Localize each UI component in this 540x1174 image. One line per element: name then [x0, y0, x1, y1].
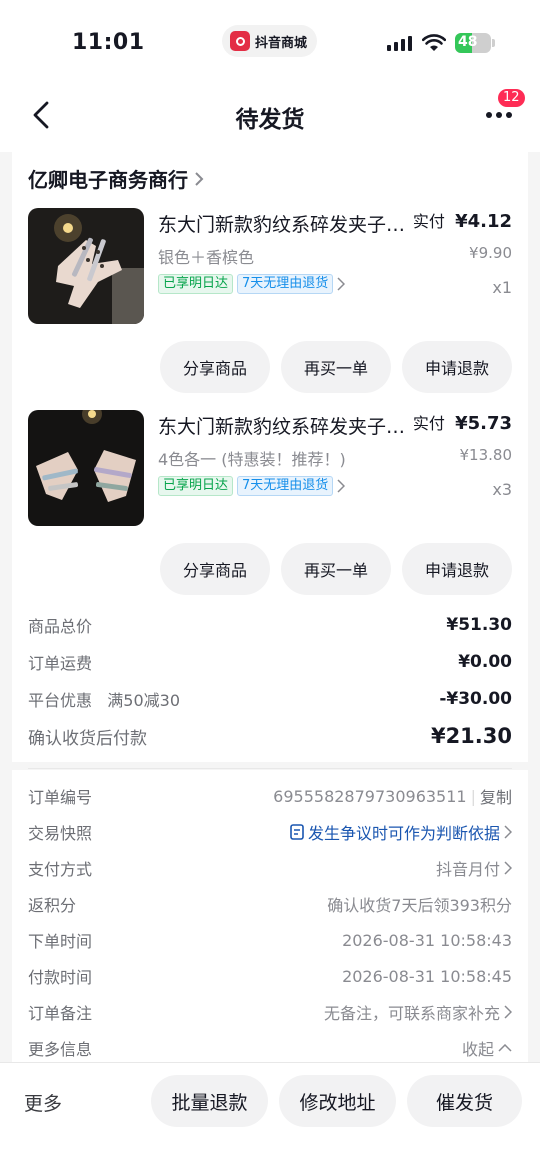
- tag-7day-return: 7天无理由退货: [237, 274, 334, 294]
- app-indicator[interactable]: 抖音商城: [222, 25, 318, 57]
- pay-time-row: 付款时间 2026-08-31 10:58:45: [28, 966, 512, 988]
- quantity: x3: [492, 480, 512, 499]
- more-dots-icon: [486, 112, 512, 118]
- shop-link[interactable]: 亿卿电子商务商行: [28, 164, 204, 193]
- copy-button[interactable]: 复制: [480, 784, 512, 808]
- tag-next-day: 已享明日达: [158, 476, 234, 496]
- status-time: 11:01: [72, 30, 145, 55]
- battery-icon: 48: [455, 33, 491, 53]
- paid-price: 实付 ¥4.12: [412, 211, 512, 232]
- product-image[interactable]: [28, 410, 144, 526]
- tag-next-day: 已享明日达: [158, 274, 234, 294]
- wifi-icon: [422, 34, 446, 51]
- order-time: 2026-08-31 10:58:43: [342, 930, 512, 950]
- bottom-action-bar: 更多 批量退款 修改地址 催发货: [0, 1062, 540, 1174]
- shipping-value: ¥0.00: [458, 652, 512, 672]
- more-info-row[interactable]: 更多信息 收起: [28, 1034, 512, 1062]
- page-title: 待发货: [235, 107, 305, 133]
- buy-again-button[interactable]: 再买一单: [281, 341, 391, 393]
- pay-time: 2026-08-31 10:58:45: [342, 966, 512, 986]
- discount-note: 满50减30: [107, 691, 181, 710]
- douyin-mall-logo-icon: [230, 31, 250, 51]
- order-info-card: 订单编号 6955582879730963511 | 复制 交易快照 发生争议时可作…: [12, 768, 528, 1062]
- discount-value: -¥30.00: [439, 689, 512, 709]
- order-remark-row[interactable]: 订单备注 无备注，可联系商家补充: [28, 998, 512, 1026]
- order-card: 亿卿电子商务商行 东大门新款豹纹系碎发夹子女网红发夹 银色＋香槟色 已享明日达 …: [12, 152, 528, 762]
- buy-again-button[interactable]: 再买一单: [281, 543, 391, 595]
- more-actions-button[interactable]: 更多: [24, 1089, 62, 1116]
- pay-value: ¥21.30: [430, 724, 512, 748]
- chevron-right-icon: [504, 861, 512, 875]
- tag-7day-return: 7天无理由退货: [237, 476, 334, 496]
- payment-method-row[interactable]: 支付方式 抖音月付: [28, 854, 512, 882]
- urge-shipping-button[interactable]: 催发货: [407, 1075, 522, 1127]
- shop-name: 亿卿电子商务商行: [28, 168, 188, 192]
- product-spec: 4色各一 (特惠装！推荐！): [158, 450, 346, 469]
- original-price: ¥13.80: [459, 446, 513, 464]
- cellular-signal-icon: [387, 35, 413, 51]
- goods-total-row: 商品总价 ¥51.30: [28, 615, 512, 636]
- points-row: 返积分 确认收货7天后领393积分: [28, 890, 512, 918]
- product-title: 东大门新款豹纹系碎发夹子女网红发夹: [158, 214, 406, 236]
- chevron-up-icon: [498, 1044, 512, 1052]
- snapshot-document-icon: [290, 824, 304, 840]
- original-price: ¥9.90: [469, 244, 512, 262]
- trade-snapshot-row[interactable]: 交易快照 发生争议时可作为判断依据: [28, 818, 512, 846]
- chevron-right-icon: [504, 825, 512, 839]
- chevron-right-icon: [337, 277, 346, 291]
- service-tags[interactable]: 已享明日达 7天无理由退货: [158, 274, 346, 294]
- order-number: 6955582879730963511: [273, 786, 467, 806]
- order-remark: 无备注，可联系商家补充: [323, 1004, 500, 1023]
- goods-total-value: ¥51.30: [446, 615, 512, 635]
- batch-refund-button[interactable]: 批量退款: [151, 1075, 268, 1127]
- chevron-right-icon: [337, 479, 346, 493]
- snapshot-link: 发生争议时可作为判断依据: [307, 824, 500, 843]
- shipping-row: 订单运费 ¥0.00: [28, 652, 512, 673]
- quantity: x1: [492, 278, 512, 297]
- chevron-right-icon: [195, 171, 204, 186]
- nav-bar: 待发货: [0, 86, 540, 152]
- service-tags[interactable]: 已享明日达 7天无理由退货: [158, 476, 346, 496]
- points-value: 确认收货7天后领393积分: [327, 896, 512, 915]
- collapse-toggle[interactable]: 收起: [462, 1036, 494, 1060]
- request-refund-button[interactable]: 申请退款: [402, 341, 512, 393]
- pay-after-receipt-row: 确认收货后付款 ¥21.30: [28, 724, 512, 749]
- product-image[interactable]: [28, 208, 144, 324]
- change-address-button[interactable]: 修改地址: [279, 1075, 396, 1127]
- product-spec: 银色＋香槟色: [158, 248, 255, 267]
- share-product-button[interactable]: 分享商品: [160, 543, 270, 595]
- request-refund-button[interactable]: 申请退款: [402, 543, 512, 595]
- share-product-button[interactable]: 分享商品: [160, 341, 270, 393]
- payment-method: 抖音月付: [435, 860, 500, 879]
- order-time-row: 下单时间 2026-08-31 10:58:43: [28, 930, 512, 952]
- product-title: 东大门新款豹纹系碎发夹子女网红发夹: [158, 416, 406, 438]
- platform-discount-row: 平台优惠 满50减30 -¥30.00: [28, 689, 512, 710]
- chevron-right-icon: [504, 1005, 512, 1019]
- notification-badge: 12: [498, 89, 525, 107]
- order-number-row: 订单编号 6955582879730963511 | 复制: [28, 782, 512, 810]
- app-name: 抖音商城: [255, 35, 308, 51]
- paid-price: 实付 ¥5.73: [412, 413, 512, 434]
- status-bar: 11:01 抖音商城 48: [0, 0, 540, 86]
